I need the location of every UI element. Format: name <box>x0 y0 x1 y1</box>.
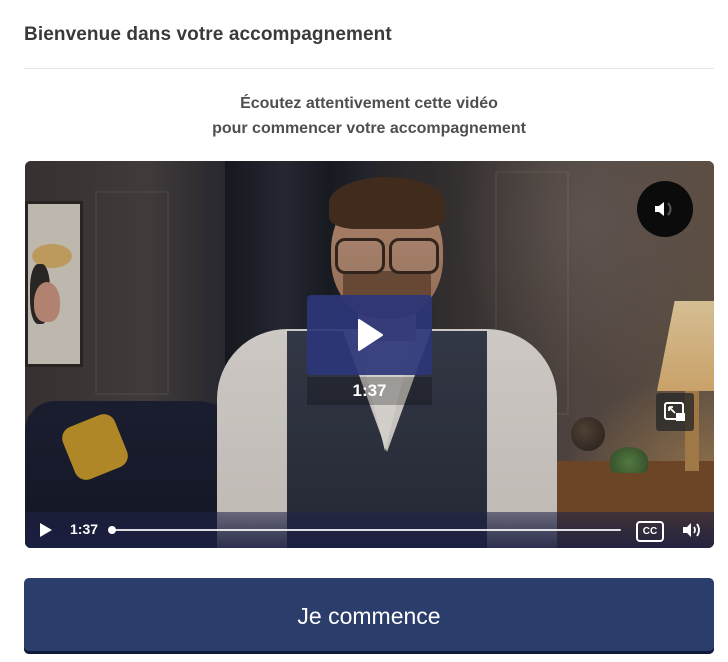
video-player[interactable]: 1:37 1:37 CC <box>25 161 714 548</box>
progress-bar[interactable] <box>111 529 621 531</box>
picture-in-picture-button[interactable] <box>656 393 694 431</box>
progress-handle[interactable] <box>108 526 116 534</box>
speaker-muted-icon <box>655 202 672 216</box>
intro-line-1: Écoutez attentivement cette vidéo <box>240 95 498 112</box>
page-title: Bienvenue dans votre accompagnement <box>24 24 392 45</box>
play-icon <box>357 319 383 351</box>
volume-button[interactable] <box>680 520 704 540</box>
intro-text: Écoutez attentivement cette vidéo pour c… <box>0 91 728 141</box>
control-play-button[interactable] <box>35 520 57 540</box>
picture-in-picture-icon <box>664 402 685 421</box>
current-time: 1:37 <box>70 521 99 537</box>
volume-icon <box>683 523 700 537</box>
closed-captions-button[interactable]: CC <box>636 521 664 542</box>
intro-line-2: pour commencer votre accompagnement <box>212 120 526 137</box>
header-divider <box>24 68 714 69</box>
unmute-button[interactable] <box>637 181 693 237</box>
play-icon <box>40 523 52 537</box>
onboarding-page: Bienvenue dans votre accompagnement Écou… <box>0 0 728 662</box>
video-control-bar: 1:37 CC <box>25 512 714 548</box>
start-button[interactable]: Je commence <box>24 578 714 654</box>
video-duration-overlay: 1:37 <box>307 377 432 405</box>
big-play-button[interactable] <box>307 295 432 375</box>
